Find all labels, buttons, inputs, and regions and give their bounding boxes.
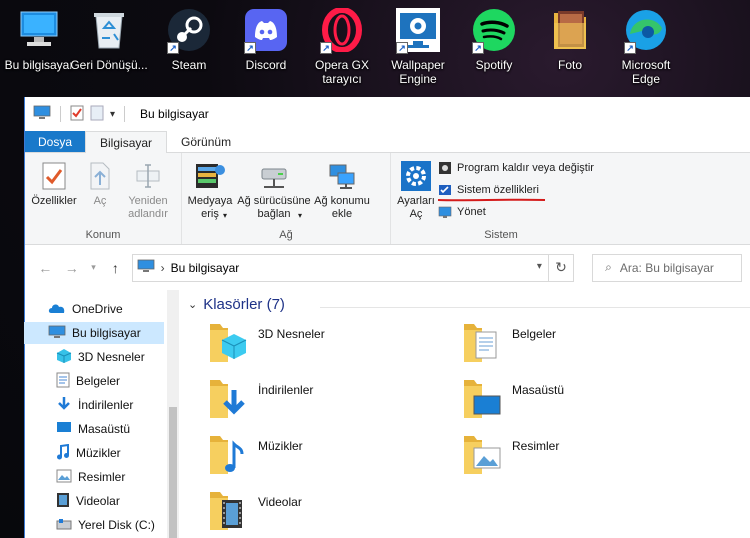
address-row: ← → ▾ ↑ › Bu bilgisayar ▾ ↻ ⌕ Ara: Bu bi… bbox=[25, 245, 750, 290]
photo-icon bbox=[546, 6, 594, 54]
breadcrumb-this-pc[interactable]: Bu bilgisayar bbox=[171, 261, 240, 275]
desktop-icon-edge[interactable]: ↗ Microsoft Edge bbox=[607, 6, 685, 96]
desktop-icon-discord[interactable]: ↗ Discord bbox=[227, 6, 305, 96]
recycle-bin-icon bbox=[85, 6, 133, 54]
manage-icon bbox=[437, 204, 453, 220]
refresh-button[interactable]: ↻ bbox=[547, 253, 575, 282]
recent-locations-chevron-icon[interactable]: ▾ bbox=[88, 257, 99, 279]
system-properties-button[interactable]: Sistem özellikleri bbox=[437, 181, 594, 199]
steam-icon: ↗ bbox=[165, 6, 213, 54]
file-explorer-window: ▾ Bu bilgisayar Dosya Bilgisayar Görünüm… bbox=[24, 97, 750, 538]
ribbon-group-label: Sistem bbox=[484, 229, 518, 241]
desktop-icon-recycle-bin[interactable]: Geri Dönüşü... bbox=[70, 6, 148, 96]
address-bar[interactable]: › Bu bilgisayar ▾ bbox=[131, 253, 549, 282]
manage-button[interactable]: Yönet bbox=[437, 203, 594, 221]
desktop-icon-label: Foto bbox=[557, 58, 582, 72]
add-location-label: Ağ konumu ekle bbox=[314, 195, 370, 220]
opera-gx-icon: ↗ bbox=[318, 6, 366, 54]
tab-file[interactable]: Dosya bbox=[25, 131, 86, 152]
discord-icon: ↗ bbox=[242, 6, 290, 54]
network-drive-icon bbox=[256, 157, 292, 195]
tab-computer[interactable]: Bilgisayar bbox=[85, 131, 168, 154]
search-icon: ⌕ bbox=[605, 260, 612, 274]
map-drive-label: Ağ sürücüsüne bağlan bbox=[237, 195, 311, 220]
desktop-icon-label: Discord bbox=[245, 58, 287, 72]
desktop-icon-label: Geri Dönüşü... bbox=[70, 58, 148, 72]
manage-label: Yönet bbox=[457, 206, 486, 218]
red-underline-annotation bbox=[437, 198, 546, 202]
desktop-icon-steam[interactable]: ↗ Steam bbox=[150, 6, 228, 96]
system-properties-label: Sistem özellikleri bbox=[457, 184, 539, 196]
rename-icon bbox=[130, 157, 166, 195]
desktop-icon-label: Spotify bbox=[475, 58, 513, 72]
desktop-icon-label: Bu bilgisayar bbox=[4, 58, 74, 72]
uninstall-label: Program kaldır veya değiştir bbox=[457, 162, 594, 174]
desktop-icon-label: Microsoft Edge bbox=[621, 58, 671, 86]
ribbon-group-label: Ağ bbox=[279, 229, 293, 241]
network-location-icon bbox=[324, 157, 360, 195]
settings-label: Ayarları Aç bbox=[397, 195, 435, 220]
uninstall-icon bbox=[437, 160, 453, 176]
divider bbox=[60, 106, 61, 122]
desktop-icon-spotify[interactable]: ↗ Spotify bbox=[455, 6, 533, 96]
tab-view[interactable]: Görünüm bbox=[167, 131, 245, 152]
properties-label: Özellikler bbox=[31, 195, 77, 207]
properties-quick-icon[interactable] bbox=[70, 105, 84, 124]
wallpaper-engine-icon: ↗ bbox=[394, 6, 442, 54]
system-properties-icon bbox=[437, 182, 453, 198]
ribbon-group-location: Özellikler Aç Yeniden adlandır Konum bbox=[25, 153, 182, 244]
divider bbox=[124, 106, 126, 122]
refresh-icon: ↻ bbox=[555, 259, 567, 275]
desktop-icon-foto[interactable]: Foto bbox=[531, 6, 609, 96]
breadcrumb-separator-icon: › bbox=[160, 260, 165, 275]
window-title: Bu bilgisayar bbox=[140, 107, 209, 121]
edge-icon: ↗ bbox=[622, 6, 670, 54]
desktop-icon-this-pc[interactable]: Bu bilgisayar bbox=[0, 6, 78, 96]
chevron-down-icon[interactable]: ▾ bbox=[537, 261, 542, 272]
open-icon bbox=[82, 157, 118, 195]
up-arrow-icon[interactable]: ↑ bbox=[105, 257, 125, 279]
desktop-icon-label: Steam bbox=[171, 58, 207, 72]
search-placeholder: Ara: Bu bilgisayar bbox=[619, 260, 714, 275]
computer-icon bbox=[15, 6, 63, 54]
computer-icon bbox=[33, 105, 51, 124]
open-label: Aç bbox=[93, 195, 107, 207]
spotify-icon: ↗ bbox=[470, 6, 518, 54]
rename-label: Yeniden adlandır bbox=[128, 195, 168, 220]
ribbon-group-label: Konum bbox=[85, 229, 121, 241]
desktop-icon-label: Opera GX tarayıcı bbox=[314, 58, 370, 86]
title-bar: ▾ Bu bilgisayar bbox=[25, 97, 750, 131]
ribbon-tabs: Dosya Bilgisayar Görünüm bbox=[25, 131, 750, 154]
settings-gear-icon bbox=[398, 157, 434, 195]
search-input[interactable]: ⌕ Ara: Bu bilgisayar bbox=[592, 253, 742, 282]
uninstall-program-button[interactable]: Program kaldır veya değiştir bbox=[437, 159, 594, 177]
new-folder-quick-icon[interactable] bbox=[90, 105, 104, 124]
ribbon: Özellikler Aç Yeniden adlandır Konum Med… bbox=[25, 153, 750, 245]
desktop-icon-opera-gx[interactable]: ↗ Opera GX tarayıcı bbox=[303, 6, 381, 96]
ribbon-group-network: Medyaya eriş ▾ Ağ sürücüsüne bağlan ▾ Ağ… bbox=[182, 153, 391, 244]
desktop-icon-wallpaper-engine[interactable]: ↗ Wallpaper Engine bbox=[379, 6, 457, 96]
computer-icon bbox=[137, 259, 155, 276]
chevron-down-icon: ▾ bbox=[297, 211, 302, 220]
chevron-down-icon: ▾ bbox=[222, 211, 227, 220]
chevron-down-icon[interactable]: ▾ bbox=[110, 109, 115, 120]
properties-icon bbox=[36, 157, 72, 195]
media-server-icon bbox=[192, 157, 228, 195]
desktop-icon-label: Wallpaper Engine bbox=[391, 58, 445, 86]
back-arrow-icon[interactable]: ← bbox=[35, 257, 55, 279]
forward-arrow-icon[interactable]: → bbox=[61, 257, 81, 279]
